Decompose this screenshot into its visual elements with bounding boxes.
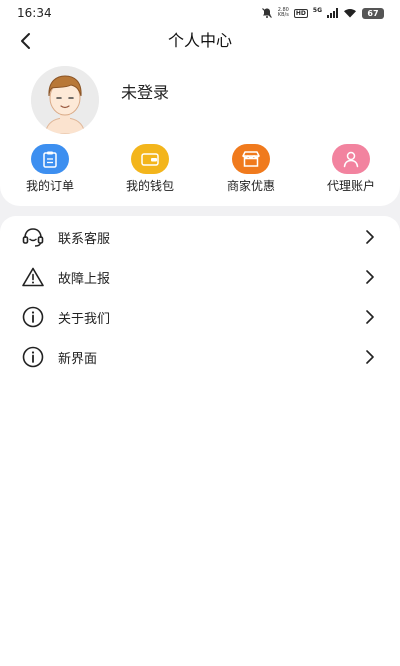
warning-icon	[21, 265, 45, 289]
quick-action-label: 商家优惠	[226, 179, 275, 193]
net-speed: 2.80 KB/s	[278, 8, 289, 18]
shop-icon	[232, 144, 270, 174]
menu-item-label: 新界面	[58, 351, 98, 367]
net-speed-unit: KB/s	[277, 12, 289, 18]
network-type: 5G	[312, 7, 322, 14]
person-icon	[332, 144, 370, 174]
headset-icon	[21, 225, 45, 249]
login-status-text[interactable]: 未登录	[121, 79, 169, 103]
wifi-icon	[344, 8, 356, 18]
chevron-right-icon	[366, 310, 374, 324]
menu-item-about-us[interactable]: 关于我们	[0, 297, 400, 337]
menu-list: 联系客服 故障上报 关于我们 新界面	[0, 216, 400, 666]
menu-item-fault-report[interactable]: 故障上报	[0, 257, 400, 297]
menu-item-label: 联系客服	[58, 231, 111, 247]
hd-badge: HD	[293, 8, 308, 18]
signal-icon	[327, 8, 338, 18]
quick-action-label: 我的订单	[25, 179, 74, 193]
battery-icon: 67	[362, 7, 384, 19]
status-time: 16:34	[17, 6, 52, 20]
status-bar: 16:34 2.80 KB/s HD 5G 67	[0, 0, 400, 26]
profile-header: 个人中心 未登录 我的订单 我的钱包 商家优惠 代理账户	[0, 26, 400, 206]
mute-bell-icon	[261, 8, 272, 18]
chevron-right-icon	[366, 270, 374, 284]
quick-actions: 我的订单 我的钱包 商家优惠 代理账户	[0, 144, 400, 200]
chevron-right-icon	[366, 230, 374, 244]
chevron-right-icon	[366, 350, 374, 364]
info-icon	[21, 305, 45, 329]
info-icon	[21, 345, 45, 369]
avatar[interactable]	[31, 66, 99, 134]
status-icons: 2.80 KB/s HD 5G 67	[261, 7, 384, 19]
quick-action-my-orders[interactable]: 我的订单	[15, 144, 85, 194]
quick-action-my-wallet[interactable]: 我的钱包	[115, 144, 185, 194]
order-clipboard-icon	[31, 144, 69, 174]
wallet-icon	[131, 144, 169, 174]
quick-action-label: 代理账户	[326, 179, 375, 193]
quick-action-agent-account[interactable]: 代理账户	[316, 144, 386, 194]
menu-item-new-interface[interactable]: 新界面	[0, 337, 400, 377]
avatar-face-icon	[31, 66, 99, 134]
menu-item-label: 故障上报	[58, 271, 111, 287]
quick-action-merchant-deals[interactable]: 商家优惠	[216, 144, 286, 194]
menu-item-contact-support[interactable]: 联系客服	[0, 217, 400, 257]
quick-action-label: 我的钱包	[125, 179, 174, 193]
menu-item-label: 关于我们	[58, 311, 111, 327]
page-title: 个人中心	[167, 31, 232, 50]
